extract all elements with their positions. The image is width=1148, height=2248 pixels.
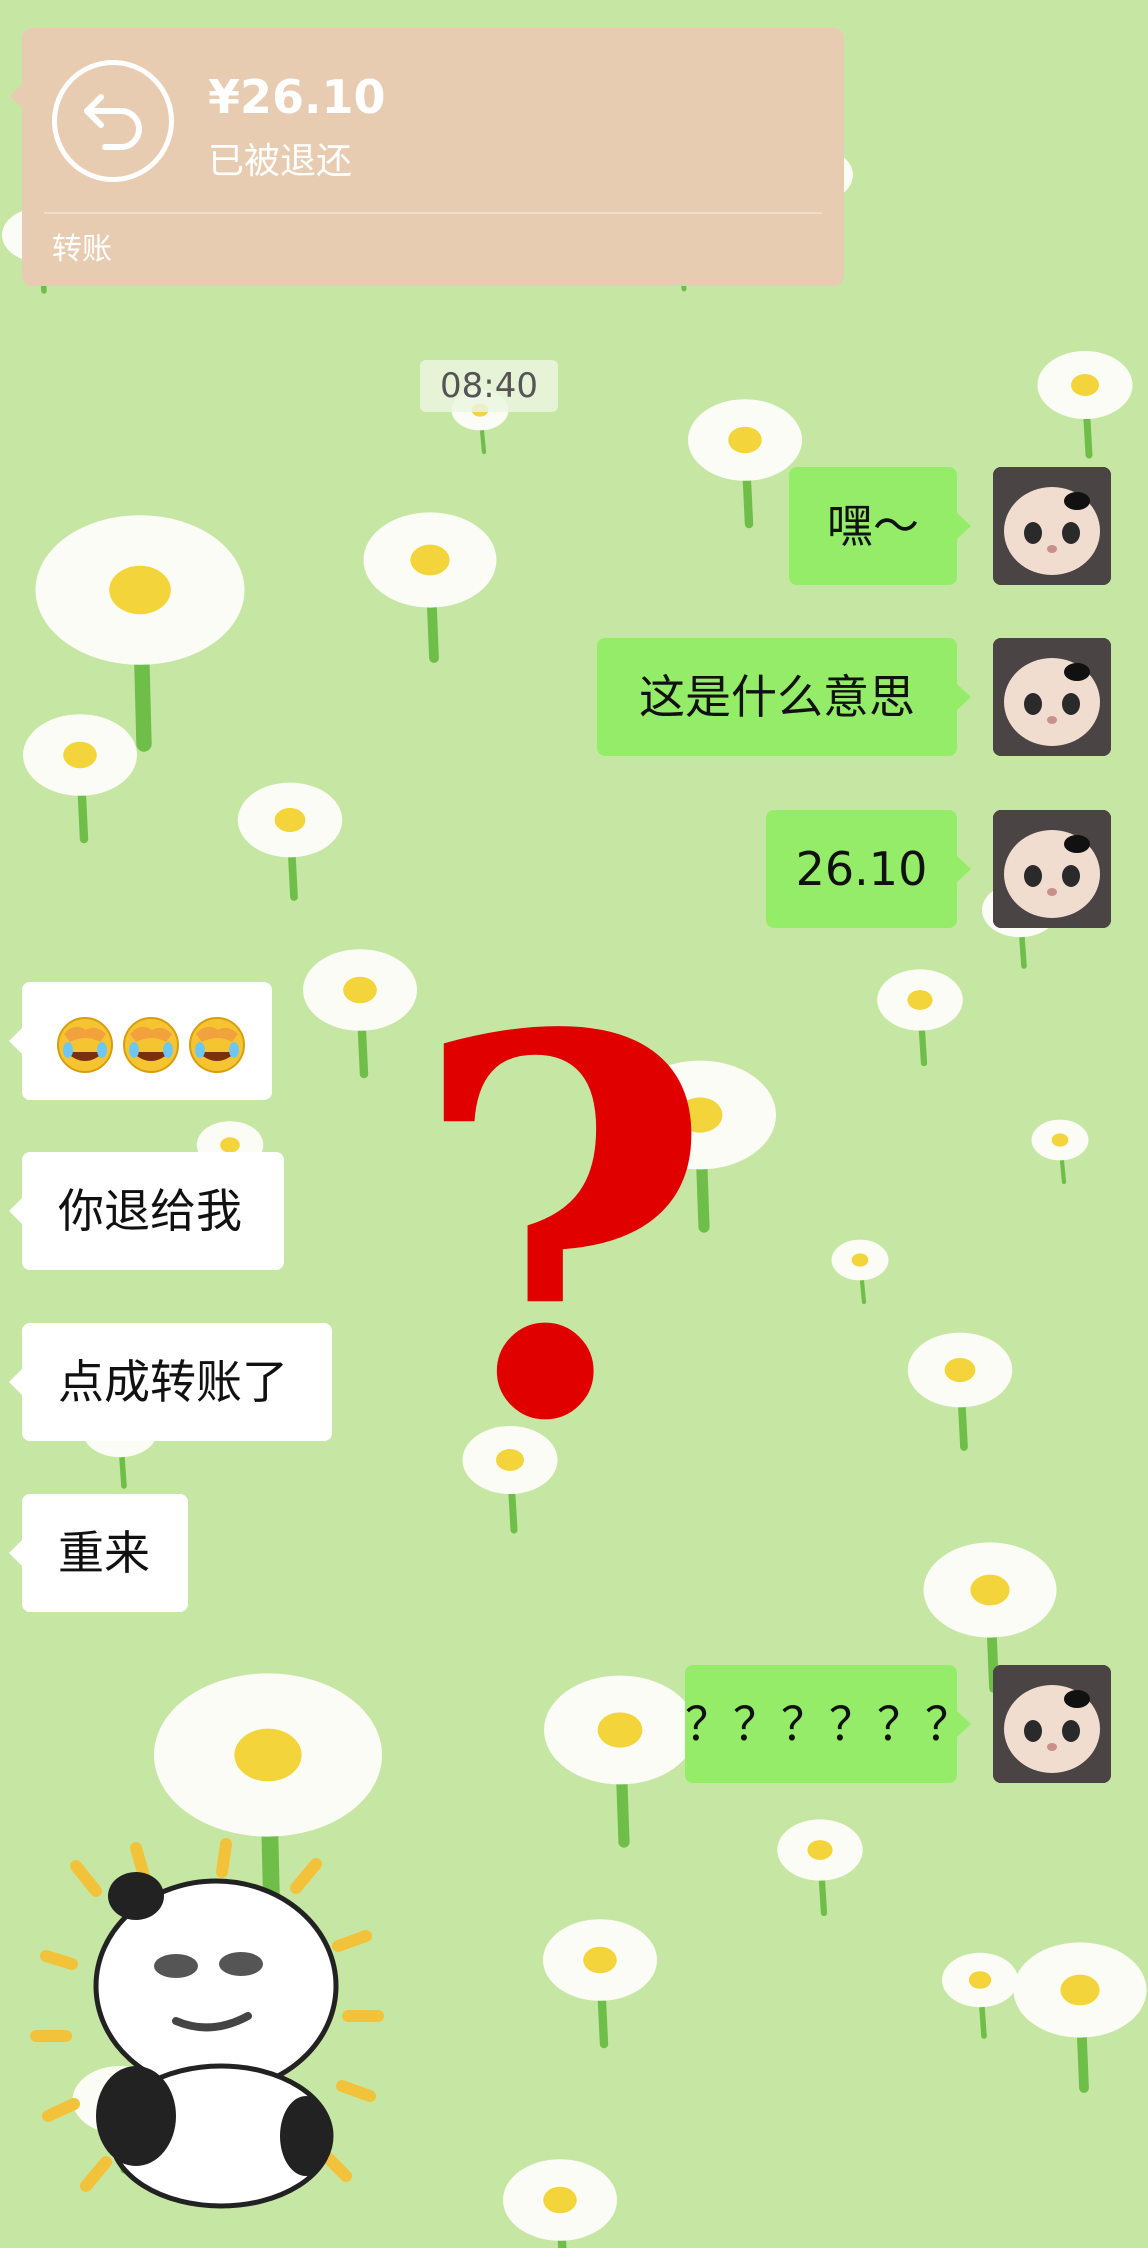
daisy-center	[728, 426, 762, 454]
message-text: 你退给我	[58, 1184, 242, 1238]
daisy-center	[234, 1728, 302, 1782]
daisy-center	[343, 976, 377, 1004]
avatar[interactable]	[993, 467, 1111, 585]
cat-avatar-icon	[993, 638, 1111, 756]
daisy-center	[1071, 374, 1099, 396]
daisy-center	[63, 741, 97, 769]
message-text: 点成转账了	[58, 1355, 288, 1409]
incoming-message[interactable]: 点成转账了	[9, 1323, 332, 1441]
message-text: 嘿～	[827, 499, 919, 553]
transfer-label: 转账	[52, 232, 112, 267]
transfer-divider	[44, 212, 822, 214]
daisy-center	[968, 1971, 992, 1989]
return-arrow-icon	[52, 60, 174, 182]
daisy-center	[944, 1357, 976, 1383]
outgoing-message[interactable]: 这是什么意思	[597, 638, 971, 756]
incoming-message[interactable]	[9, 982, 272, 1100]
daisy-center	[851, 1253, 869, 1267]
outgoing-message[interactable]: ？？？？？？	[685, 1665, 971, 1783]
transfer-amount: ¥26.10	[208, 70, 386, 124]
message-text: 26.10	[795, 842, 928, 896]
cat-avatar-icon	[993, 1665, 1111, 1783]
daisy-center	[597, 1712, 643, 1748]
daisy-center	[907, 990, 933, 1010]
cat-avatar-icon	[993, 467, 1111, 585]
daisy-center	[970, 1574, 1010, 1606]
avatar[interactable]	[993, 810, 1111, 928]
outgoing-message[interactable]: 26.10	[766, 810, 971, 928]
avatar[interactable]	[993, 1665, 1111, 1783]
facepalm-laughing-emoji	[57, 1016, 113, 1073]
message-text: 重来	[58, 1526, 150, 1580]
transfer-card[interactable]: ¥26.10 已被退还 转账	[10, 28, 844, 286]
message-text: ？？？？？？	[685, 1697, 973, 1751]
daisy-center	[807, 1840, 833, 1860]
daisy-center	[543, 2186, 577, 2214]
facepalm-laughing-emoji	[189, 1016, 245, 1073]
incoming-message[interactable]: 你退给我	[9, 1152, 284, 1270]
daisy-center	[1060, 1974, 1100, 2006]
daisy-center	[1051, 1133, 1069, 1147]
daisy-center	[583, 1946, 617, 1974]
facepalm-laughing-emoji	[123, 1016, 179, 1073]
avatar[interactable]	[993, 638, 1111, 756]
outgoing-message[interactable]: 嘿～	[789, 467, 971, 585]
incoming-message[interactable]: 重来	[9, 1494, 188, 1612]
daisy-center	[274, 807, 306, 833]
message-timestamp: 08:40	[420, 360, 558, 412]
transfer-status: 已被退还	[208, 141, 353, 182]
daisy-center	[410, 544, 450, 576]
daisy-center	[109, 565, 171, 615]
message-text: 这是什么意思	[639, 670, 915, 724]
cat-avatar-icon	[993, 810, 1111, 928]
question-mark-overlay: ?	[410, 924, 715, 1535]
panda-meme-sticker[interactable]	[26, 1836, 406, 2216]
daisy-center	[220, 1137, 240, 1153]
